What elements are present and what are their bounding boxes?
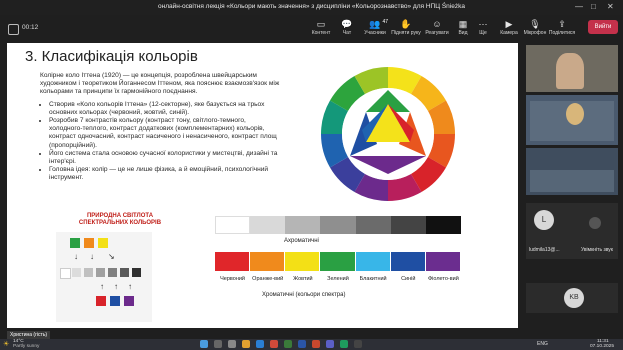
spectrum-swatch — [355, 252, 390, 271]
leave-button[interactable]: Вийти — [588, 20, 618, 34]
participant-tile[interactable]: KB — [526, 283, 618, 313]
spectrum-swatch — [390, 252, 425, 271]
participant-tile[interactable]: L ludmila13@... Увімкніть звук — [526, 203, 618, 259]
explorer-icon[interactable] — [242, 340, 250, 348]
edge-icon[interactable] — [256, 340, 264, 348]
person-figure — [566, 103, 584, 125]
slide-title: 3. Класифікація кольорів — [25, 48, 198, 65]
participants-button[interactable]: 👥 47 Учасники — [358, 19, 392, 36]
presenter-label: Христина (гість) — [7, 331, 51, 339]
avatar: KB — [564, 288, 584, 308]
bullet-item: Головна ідея: колір — це не лише фізика,… — [49, 166, 280, 182]
achromatic-swatch — [355, 216, 391, 234]
windows-start-icon[interactable] — [200, 340, 208, 348]
figure-swatch — [96, 268, 105, 277]
bullet-item: Розробив 7 контрастів кольору (контраст … — [49, 117, 280, 150]
figure-swatch — [60, 268, 71, 279]
language-indicator[interactable]: ENG — [537, 341, 548, 347]
participant-video[interactable] — [526, 95, 618, 145]
hand-icon: ✋ — [400, 19, 412, 29]
app-icon[interactable] — [340, 340, 348, 348]
slide-intro: Колірне коло Іттена (1920) — це концепці… — [40, 72, 280, 96]
window-title-bar: онлайн-освітня лекція «Кольори мають зна… — [0, 0, 623, 15]
participant-video[interactable] — [526, 148, 618, 195]
app-icon[interactable] — [354, 340, 362, 348]
spectrum-swatch — [250, 252, 285, 271]
spectrum-swatch — [215, 252, 250, 271]
achromatic-label: Ахроматичні — [284, 238, 319, 244]
raise-hand-button[interactable]: ✋ Підняти руку — [389, 19, 423, 36]
figure-swatch — [124, 296, 134, 306]
app-icon[interactable] — [270, 340, 278, 348]
arrow-up-icon: ↑ — [100, 282, 104, 291]
itten-color-wheel — [321, 67, 455, 201]
minimize-icon[interactable]: — — [575, 2, 583, 11]
figure-swatch — [108, 268, 117, 277]
share-icon: ⇪ — [558, 19, 566, 29]
spectrum-label: Фіолето-вий — [427, 276, 459, 282]
spectrum-label: Жовтий — [293, 276, 313, 282]
spectrum-label: Синій — [401, 276, 416, 282]
microphone-icon[interactable] — [589, 217, 601, 229]
figure-swatch — [120, 268, 129, 277]
powerpoint-icon[interactable] — [312, 340, 320, 348]
word-icon[interactable] — [298, 340, 306, 348]
figure-swatch — [84, 238, 94, 248]
achromatic-swatch — [215, 216, 251, 234]
achromatic-swatch — [285, 216, 321, 234]
spectrum-swatch — [425, 252, 460, 271]
spectrum-label: Червоний — [220, 276, 246, 282]
figure-swatch — [70, 238, 80, 248]
arrow-down-icon: ↘ — [108, 252, 115, 261]
figure-swatch — [72, 268, 81, 277]
spectrum-swatch — [285, 252, 320, 271]
figure-swatch — [84, 268, 93, 277]
figure-swatch — [110, 296, 120, 306]
maximize-icon[interactable]: □ — [591, 2, 596, 11]
clock-date[interactable]: 07.10.2025 — [590, 344, 614, 349]
spectrum-label: Оранже-вий — [252, 276, 284, 282]
weather-icon: ☀ — [3, 341, 10, 348]
arrow-up-icon: ↑ — [128, 282, 132, 291]
figure-swatch — [96, 296, 106, 306]
achromatic-swatch — [390, 216, 426, 234]
achromatic-swatch — [250, 216, 286, 234]
participant-video[interactable] — [526, 45, 618, 92]
meeting-timer: 00:12 — [22, 24, 39, 31]
unmute-button[interactable]: Увімкніть звук — [581, 247, 613, 253]
spectrum-label: Зелений — [327, 276, 349, 282]
slide-bullets: Створив «Коло кольорів Іттена» (12-секто… — [40, 101, 280, 183]
bullet-item: Його система стала основою сучасної коло… — [49, 150, 280, 166]
avatar: L — [534, 210, 554, 230]
chromatic-label: Хроматичні (кольори спектра) — [262, 292, 346, 298]
classroom-view — [530, 170, 614, 192]
person-figure — [556, 53, 584, 89]
share-button[interactable]: ⇪ Поділитися — [545, 19, 579, 36]
spectrum-label: Блакитний — [359, 276, 387, 282]
figure-swatch — [132, 268, 141, 277]
shield-icon — [8, 24, 19, 35]
arrow-down-icon: ↓ — [90, 252, 94, 261]
lightness-figure: ↓ ↓ ↘ ↑ ↑ ↑ — [56, 232, 152, 322]
arrow-up-icon: ↑ — [114, 282, 118, 291]
participant-name: ludmila13@... — [529, 247, 560, 253]
bullet-item: Створив «Коло кольорів Іттена» (12-секто… — [49, 101, 280, 117]
figure-swatch — [98, 238, 108, 248]
participants-count: 47 — [382, 19, 388, 25]
arrow-down-icon: ↓ — [74, 252, 78, 261]
taskbar: ☀ 14°C Partly sunny ENG 11:31 07.10.2025 — [0, 339, 623, 350]
achromatic-swatch — [425, 216, 461, 234]
figure-title: ПРИРОДНА СВІТЛОТА СПЕКТРАЛЬНИХ КОЛЬОРІВ — [78, 213, 162, 226]
spectrum-swatch — [320, 252, 355, 271]
achromatic-swatch — [320, 216, 356, 234]
search-icon[interactable] — [214, 340, 222, 348]
taskview-icon[interactable] — [228, 340, 236, 348]
slide-body: Колірне коло Іттена (1920) — це концепці… — [40, 72, 280, 183]
weather-text: Partly sunny — [13, 344, 40, 349]
teams-icon[interactable] — [326, 340, 334, 348]
app-icon[interactable] — [284, 340, 292, 348]
close-icon[interactable]: ✕ — [607, 2, 614, 11]
window-title: онлайн-освітня лекція «Кольори мають зна… — [158, 3, 465, 10]
